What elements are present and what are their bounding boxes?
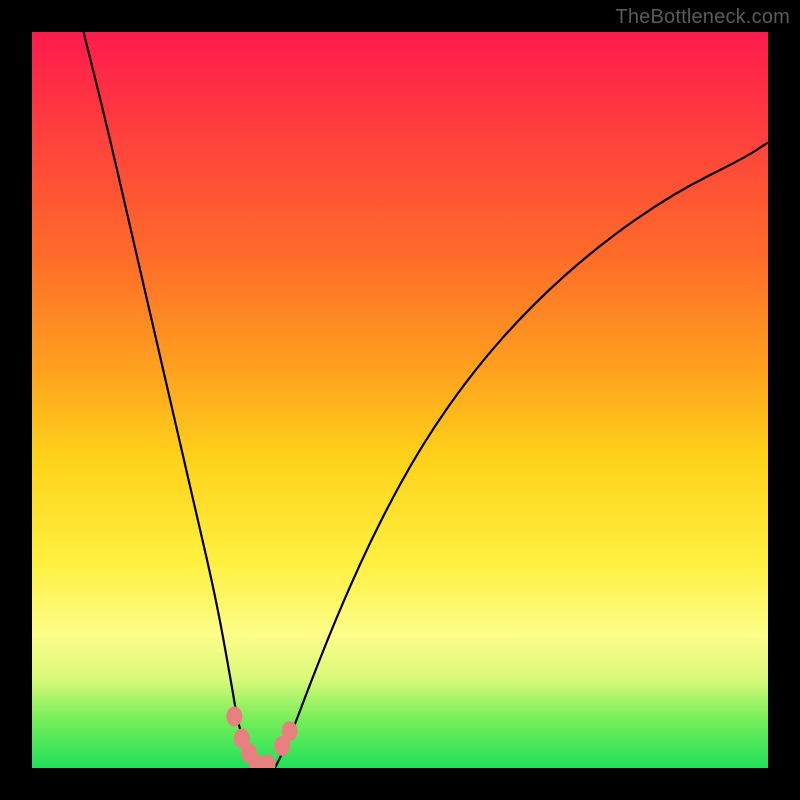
right-branch-path [275, 142, 768, 768]
trough-marker [226, 706, 242, 726]
trough-marker [282, 721, 298, 741]
plot-area [32, 32, 768, 768]
left-branch-path [84, 32, 261, 768]
watermark-text: TheBottleneck.com [615, 6, 790, 29]
curve-group [84, 32, 768, 768]
curve-canvas [32, 32, 768, 768]
marker-group [226, 706, 297, 768]
trough-marker [260, 754, 276, 768]
outer-frame: TheBottleneck.com [0, 0, 800, 800]
